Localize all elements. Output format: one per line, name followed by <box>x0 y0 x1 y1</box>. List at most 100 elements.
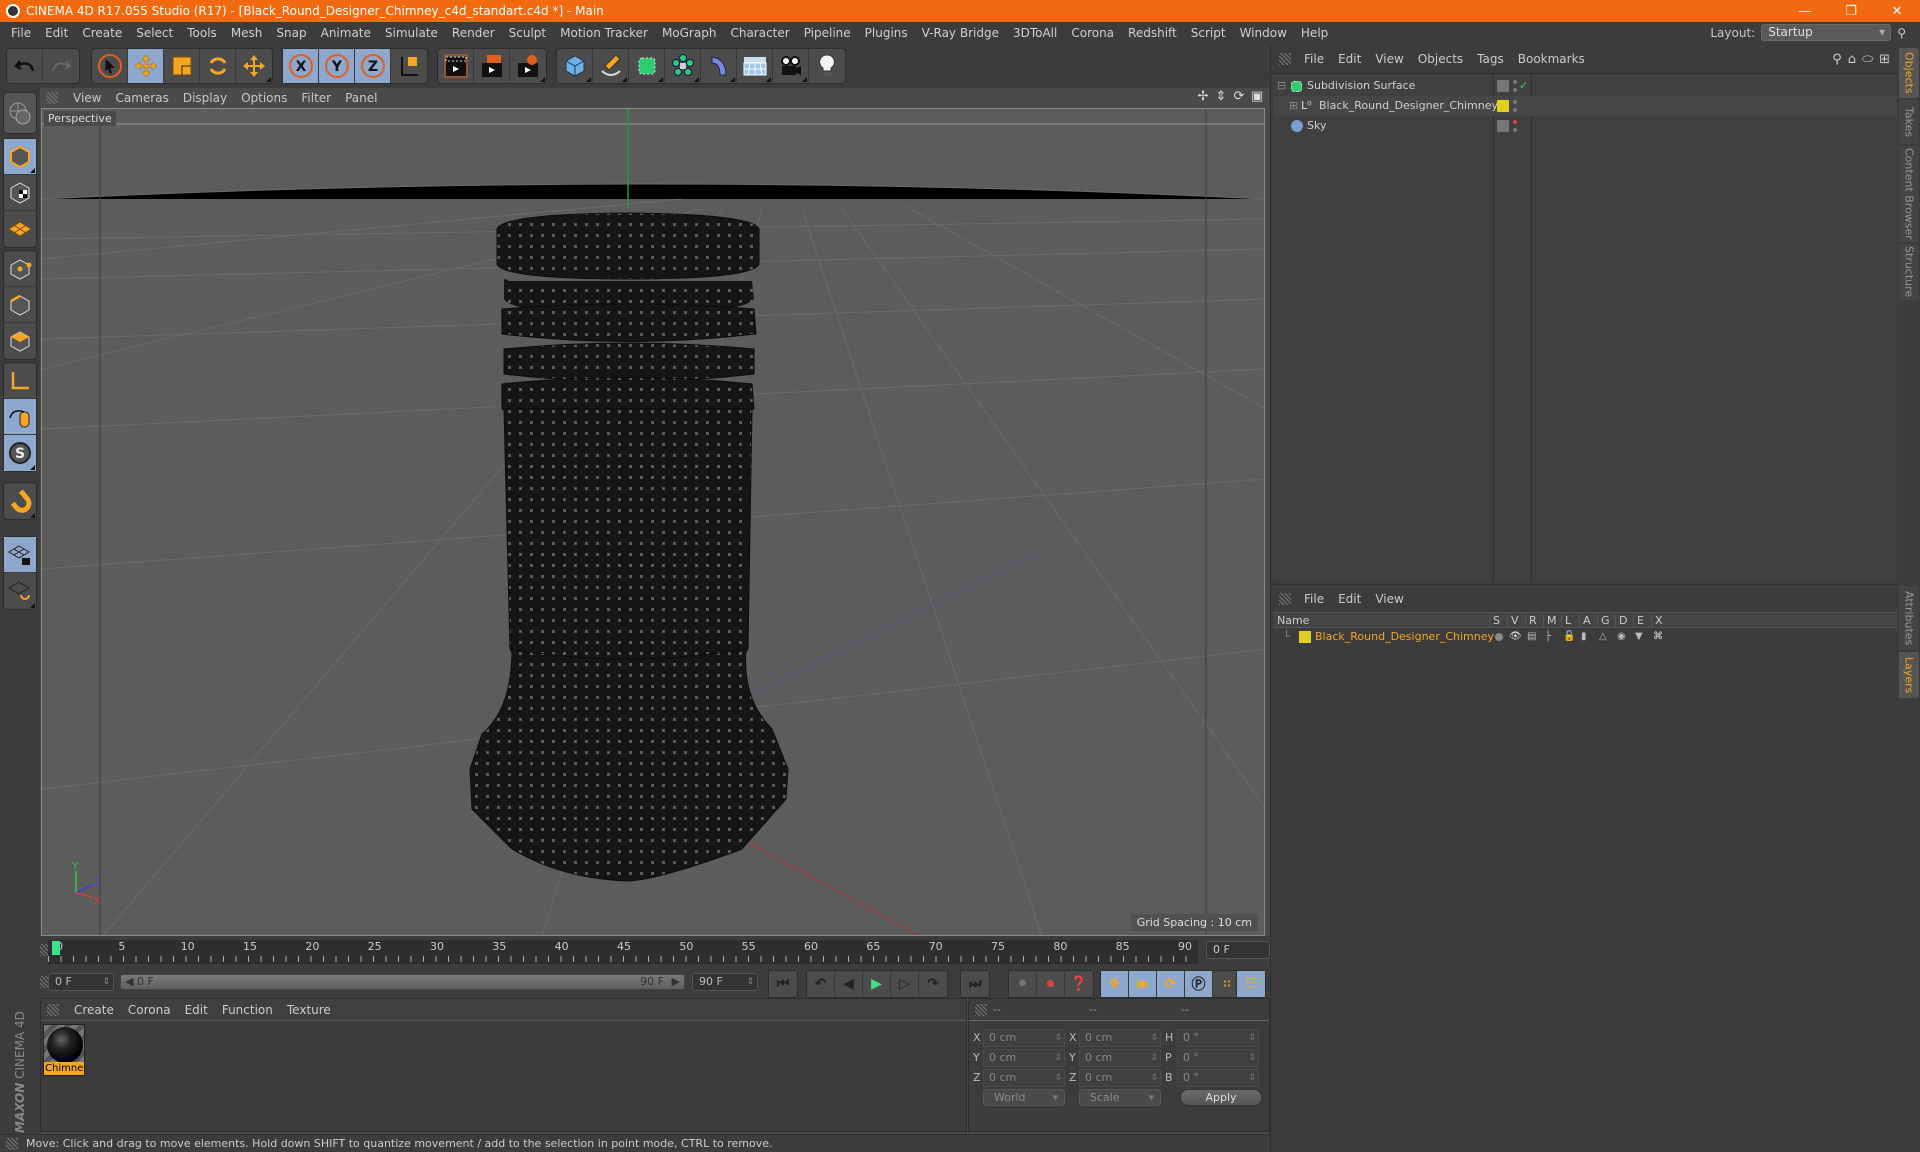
pen-button[interactable] <box>593 49 629 83</box>
tab-layers[interactable]: Layers <box>1899 652 1919 698</box>
menu-file[interactable]: File <box>4 26 38 40</box>
panel-grip[interactable] <box>1279 593 1291 605</box>
panel-grip[interactable] <box>47 1004 59 1016</box>
current-frame-field[interactable]: 0 F <box>1206 941 1270 959</box>
menu-mesh[interactable]: Mesh <box>224 26 270 40</box>
render-settings-button[interactable] <box>510 49 546 83</box>
panel-grip[interactable] <box>6 1138 18 1150</box>
orbit-icon[interactable]: ⟳ <box>1232 90 1246 104</box>
column-deformers[interactable]: D <box>1615 614 1633 627</box>
enabled-checkmark-icon[interactable]: ✓ <box>1519 76 1528 96</box>
tab-structure[interactable]: Structure <box>1899 244 1919 300</box>
menu-sculpt[interactable]: Sculpt <box>502 26 553 40</box>
playhead-marker[interactable] <box>52 941 60 955</box>
menu-render[interactable]: Render <box>445 26 502 40</box>
column-manager[interactable]: M <box>1543 614 1561 627</box>
previous-frame-button[interactable]: ◀ <box>835 971 863 997</box>
menu-snap[interactable]: Snap <box>269 26 313 40</box>
solo-icon[interactable] <box>1495 633 1503 641</box>
column-locked[interactable]: L <box>1561 614 1579 627</box>
restore-button[interactable]: ❐ <box>1828 0 1874 22</box>
editor-dot[interactable] <box>1513 120 1517 124</box>
menu-vray-bridge[interactable]: V-Ray Bridge <box>915 26 1006 40</box>
column-view[interactable]: V <box>1507 614 1525 627</box>
objects-menu-objects[interactable]: Objects <box>1411 52 1470 66</box>
light-button[interactable] <box>809 49 845 83</box>
menu-plugins[interactable]: Plugins <box>858 26 915 40</box>
column-xrefs[interactable]: X <box>1651 614 1669 627</box>
editor-dot[interactable] <box>1513 80 1517 84</box>
camera-button[interactable] <box>773 49 809 83</box>
bend-deformer-button[interactable] <box>701 49 737 83</box>
link-icon[interactable]: ⬭ <box>1862 52 1873 67</box>
menu-pipeline[interactable]: Pipeline <box>797 26 858 40</box>
deformer-icon[interactable]: ◉ <box>1617 628 1626 646</box>
snap-button[interactable]: S <box>4 435 36 471</box>
layer-color-swatch[interactable] <box>1299 631 1311 643</box>
material-menu-texture[interactable]: Texture <box>280 1003 338 1017</box>
points-mode-button[interactable] <box>4 251 36 287</box>
object-row-sky[interactable]: Sky <box>1273 116 1897 136</box>
column-expressions[interactable]: E <box>1633 614 1651 627</box>
column-solo[interactable]: S <box>1489 614 1507 627</box>
model-mode-button[interactable] <box>4 139 36 175</box>
menu-redshift[interactable]: Redshift <box>1121 26 1184 40</box>
cloner-button[interactable] <box>665 49 701 83</box>
rotate-tool-button[interactable] <box>200 49 236 83</box>
clapper-icon[interactable]: ▤ <box>1527 628 1536 646</box>
eye-icon[interactable]: 👁 <box>1509 628 1522 646</box>
record-button[interactable]: ⏺ <box>1037 971 1065 997</box>
previous-key-button[interactable]: ↶ <box>807 971 835 997</box>
autokey-button[interactable]: ❓ <box>1065 971 1093 997</box>
end-frame-field[interactable]: 90 F <box>692 973 758 991</box>
generator-icon[interactable]: △ <box>1599 628 1607 646</box>
tweak-mode-button[interactable] <box>4 399 36 435</box>
rot-h-field[interactable]: 0 ° <box>1177 1029 1259 1047</box>
lock-workplane-button[interactable] <box>4 537 36 573</box>
column-name[interactable]: Name <box>1277 614 1309 627</box>
menu-mograph[interactable]: MoGraph <box>655 26 724 40</box>
material-menu-edit[interactable]: Edit <box>178 1003 215 1017</box>
next-frame-button[interactable]: ▷ <box>891 971 919 997</box>
menu-select[interactable]: Select <box>129 26 180 40</box>
layer-color-swatch[interactable] <box>1497 100 1509 112</box>
panel-grip[interactable] <box>1279 53 1291 65</box>
search-icon[interactable]: ⚲ <box>1897 26 1906 40</box>
live-move-button[interactable] <box>236 49 272 83</box>
size-y-field[interactable]: 0 cm <box>1079 1049 1161 1067</box>
column-generators[interactable]: G <box>1597 614 1615 627</box>
select-tool-button[interactable] <box>92 49 128 83</box>
range-left-arrow[interactable]: ◀ <box>125 975 133 989</box>
pos-z-field[interactable]: 0 cm <box>983 1069 1065 1087</box>
preview-range-slider[interactable]: ◀ 0 F 90 F ▶ <box>120 974 685 990</box>
animation-icon[interactable]: ▮ <box>1581 628 1587 646</box>
render-picture-viewer-button[interactable] <box>474 49 510 83</box>
menu-simulate[interactable]: Simulate <box>378 26 445 40</box>
objects-menu-view[interactable]: View <box>1368 52 1410 66</box>
expression-icon[interactable]: ▼ <box>1635 628 1643 646</box>
workplane-mode-button[interactable] <box>4 211 36 247</box>
edges-mode-button[interactable] <box>4 287 36 323</box>
objects-menu-bookmarks[interactable]: Bookmarks <box>1511 52 1592 66</box>
rot-p-field[interactable]: 0 ° <box>1177 1049 1259 1067</box>
editor-visibility-toggle[interactable] <box>1497 80 1509 92</box>
viewport-menu-options[interactable]: Options <box>234 91 294 105</box>
menu-character[interactable]: Character <box>723 26 796 40</box>
apply-button[interactable]: Apply <box>1180 1089 1262 1106</box>
dolly-icon[interactable]: ⇕ <box>1214 90 1228 104</box>
menu-script[interactable]: Script <box>1184 26 1233 40</box>
layout-dropdown[interactable]: Startup <box>1761 24 1892 41</box>
pan-icon[interactable]: ✢ <box>1196 90 1210 104</box>
floor-button[interactable] <box>737 49 773 83</box>
object-row-black-round-designer-chimney[interactable]: ⊞ L⁰ Black_Round_Designer_Chimney <box>1273 96 1897 116</box>
cube-button[interactable] <box>557 49 593 83</box>
expand-toggle-icon[interactable]: ⊞ <box>1289 96 1298 116</box>
size-z-field[interactable]: 0 cm <box>1079 1069 1161 1087</box>
make-editable-button[interactable] <box>4 93 36 133</box>
z-axis-button[interactable]: Z <box>355 49 391 83</box>
menu-corona[interactable]: Corona <box>1064 26 1121 40</box>
viewport-menu-display[interactable]: Display <box>176 91 234 105</box>
go-to-end-button[interactable]: ⏭ <box>961 971 989 997</box>
workplane-align-button[interactable] <box>4 573 36 609</box>
play-button[interactable]: ▶ <box>863 971 891 997</box>
